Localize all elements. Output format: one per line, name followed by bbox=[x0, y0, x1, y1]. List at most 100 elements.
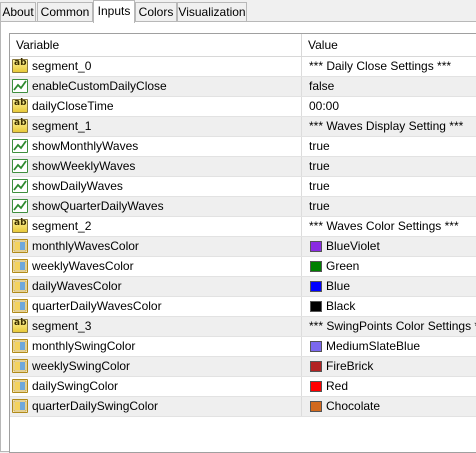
table-row[interactable]: showWeeklyWaves true bbox=[10, 157, 476, 177]
color-swatch[interactable] bbox=[310, 281, 322, 292]
tab-inputs[interactable]: Inputs bbox=[93, 0, 135, 23]
variable-name: enableCustomDailyClose bbox=[32, 79, 167, 93]
variable-value[interactable]: *** Daily Close Settings *** bbox=[309, 57, 451, 76]
table-row[interactable]: enableCustomDailyClose false bbox=[10, 77, 476, 97]
color-swatch[interactable] bbox=[310, 361, 322, 372]
variable-name: dailyWavesColor bbox=[32, 279, 122, 293]
variable-name: weeklyWavesColor bbox=[32, 259, 134, 273]
variable-value[interactable]: *** Waves Display Setting *** bbox=[309, 117, 463, 136]
grid-header: Variable Value bbox=[10, 34, 476, 57]
color-palette-icon bbox=[12, 279, 28, 293]
variable-value[interactable]: FireBrick bbox=[326, 357, 373, 376]
variable-value[interactable]: 00:00 bbox=[309, 97, 339, 116]
table-row[interactable]: showMonthlyWaves true bbox=[10, 137, 476, 157]
color-swatch[interactable] bbox=[310, 381, 322, 392]
variable-name: quarterDailyWavesColor bbox=[32, 299, 162, 313]
cell-divider bbox=[301, 297, 302, 316]
variable-value[interactable]: Black bbox=[326, 297, 355, 316]
variable-name: segment_1 bbox=[32, 119, 92, 133]
cell-divider bbox=[301, 357, 302, 376]
variable-value[interactable]: Blue bbox=[326, 277, 350, 296]
ab-string-icon: ab bbox=[12, 118, 28, 133]
variable-name: quarterDailySwingColor bbox=[32, 399, 159, 413]
cell-divider bbox=[301, 317, 302, 336]
color-swatch[interactable] bbox=[310, 261, 322, 272]
color-palette-icon bbox=[12, 399, 28, 413]
bool-toggle-icon bbox=[12, 159, 28, 173]
variable-value[interactable]: *** SwingPoints Color Settings *** bbox=[309, 317, 476, 336]
table-row[interactable]: ab segment_3 *** SwingPoints Color Setting… bbox=[10, 317, 476, 337]
variable-name: showWeeklyWaves bbox=[32, 159, 136, 173]
ab-icon-text: ab bbox=[14, 318, 27, 328]
variable-value[interactable]: BlueViolet bbox=[326, 237, 380, 256]
cell-divider bbox=[301, 117, 302, 136]
table-row[interactable]: ab segment_2 *** Waves Color Settings *** bbox=[10, 217, 476, 237]
color-palette-icon bbox=[12, 339, 28, 353]
variable-value[interactable]: false bbox=[309, 77, 334, 96]
table-row[interactable]: showDailyWaves true bbox=[10, 177, 476, 197]
cell-divider bbox=[301, 377, 302, 396]
table-row[interactable]: weeklyWavesColor Green bbox=[10, 257, 476, 277]
tab-visualization[interactable]: Visualization bbox=[177, 2, 247, 22]
tab-about[interactable]: About bbox=[0, 2, 36, 22]
tab-common[interactable]: Common bbox=[37, 2, 93, 22]
variable-name: monthlyWavesColor bbox=[32, 239, 139, 253]
variable-value[interactable]: true bbox=[309, 197, 330, 216]
table-row[interactable]: monthlyWavesColor BlueViolet bbox=[10, 237, 476, 257]
table-row[interactable]: ab segment_1 *** Waves Display Setting *** bbox=[10, 117, 476, 137]
variable-name: segment_3 bbox=[32, 319, 92, 333]
column-header-value[interactable]: Value bbox=[302, 34, 338, 56]
table-row[interactable]: quarterDailySwingColor Chocolate bbox=[10, 397, 476, 417]
color-palette-icon bbox=[12, 259, 28, 273]
color-swatch[interactable] bbox=[310, 341, 322, 352]
table-row[interactable]: weeklySwingColor FireBrick bbox=[10, 357, 476, 377]
cell-divider bbox=[301, 57, 302, 76]
inputs-grid: Variable Value ab segment_0 *** Daily Clos… bbox=[9, 33, 476, 453]
cell-divider bbox=[301, 397, 302, 416]
ab-icon-text: ab bbox=[14, 218, 27, 228]
cell-divider bbox=[301, 257, 302, 276]
ab-string-icon: ab bbox=[12, 218, 28, 233]
variable-name: showMonthlyWaves bbox=[32, 139, 139, 153]
cell-divider bbox=[301, 237, 302, 256]
ab-string-icon: ab bbox=[12, 98, 28, 113]
color-palette-icon bbox=[12, 299, 28, 313]
table-row[interactable]: quarterDailyWavesColor Black bbox=[10, 297, 476, 317]
bool-toggle-icon bbox=[12, 179, 28, 193]
table-row[interactable]: dailySwingColor Red bbox=[10, 377, 476, 397]
variable-value[interactable]: Chocolate bbox=[326, 397, 380, 416]
tab-colors[interactable]: Colors bbox=[135, 2, 177, 22]
cell-divider bbox=[301, 97, 302, 116]
variable-value[interactable]: *** Waves Color Settings *** bbox=[309, 217, 459, 236]
table-row[interactable]: dailyWavesColor Blue bbox=[10, 277, 476, 297]
tab-bar: About Common Inputs Colors Visualization bbox=[0, 0, 476, 23]
variable-value[interactable]: true bbox=[309, 137, 330, 156]
ab-icon-text: ab bbox=[14, 58, 27, 68]
cell-divider bbox=[301, 137, 302, 156]
table-row[interactable]: showQuarterDailyWaves true bbox=[10, 197, 476, 217]
color-swatch[interactable] bbox=[310, 241, 322, 252]
color-swatch[interactable] bbox=[310, 301, 322, 312]
ab-icon-text: ab bbox=[14, 98, 27, 108]
table-row[interactable]: ab segment_0 *** Daily Close Settings *** bbox=[10, 57, 476, 77]
table-row[interactable]: monthlySwingColor MediumSlateBlue bbox=[10, 337, 476, 357]
variable-value[interactable]: Green bbox=[326, 257, 359, 276]
variable-value[interactable]: MediumSlateBlue bbox=[326, 337, 420, 356]
variable-name: segment_0 bbox=[32, 59, 92, 73]
table-row[interactable]: ab dailyCloseTime 00:00 bbox=[10, 97, 476, 117]
variable-value[interactable]: true bbox=[309, 177, 330, 196]
variable-name: weeklySwingColor bbox=[32, 359, 131, 373]
cell-divider bbox=[301, 77, 302, 96]
variable-value[interactable]: Red bbox=[326, 377, 348, 396]
variable-value[interactable]: true bbox=[309, 157, 330, 176]
bool-toggle-icon bbox=[12, 139, 28, 153]
variable-name: dailySwingColor bbox=[32, 379, 119, 393]
color-palette-icon bbox=[12, 359, 28, 373]
column-header-variable[interactable]: Variable bbox=[10, 34, 59, 56]
color-palette-icon bbox=[12, 379, 28, 393]
variable-name: showDailyWaves bbox=[32, 179, 123, 193]
cell-divider bbox=[301, 277, 302, 296]
cell-divider bbox=[301, 157, 302, 176]
cell-divider bbox=[301, 197, 302, 216]
color-swatch[interactable] bbox=[310, 401, 322, 412]
